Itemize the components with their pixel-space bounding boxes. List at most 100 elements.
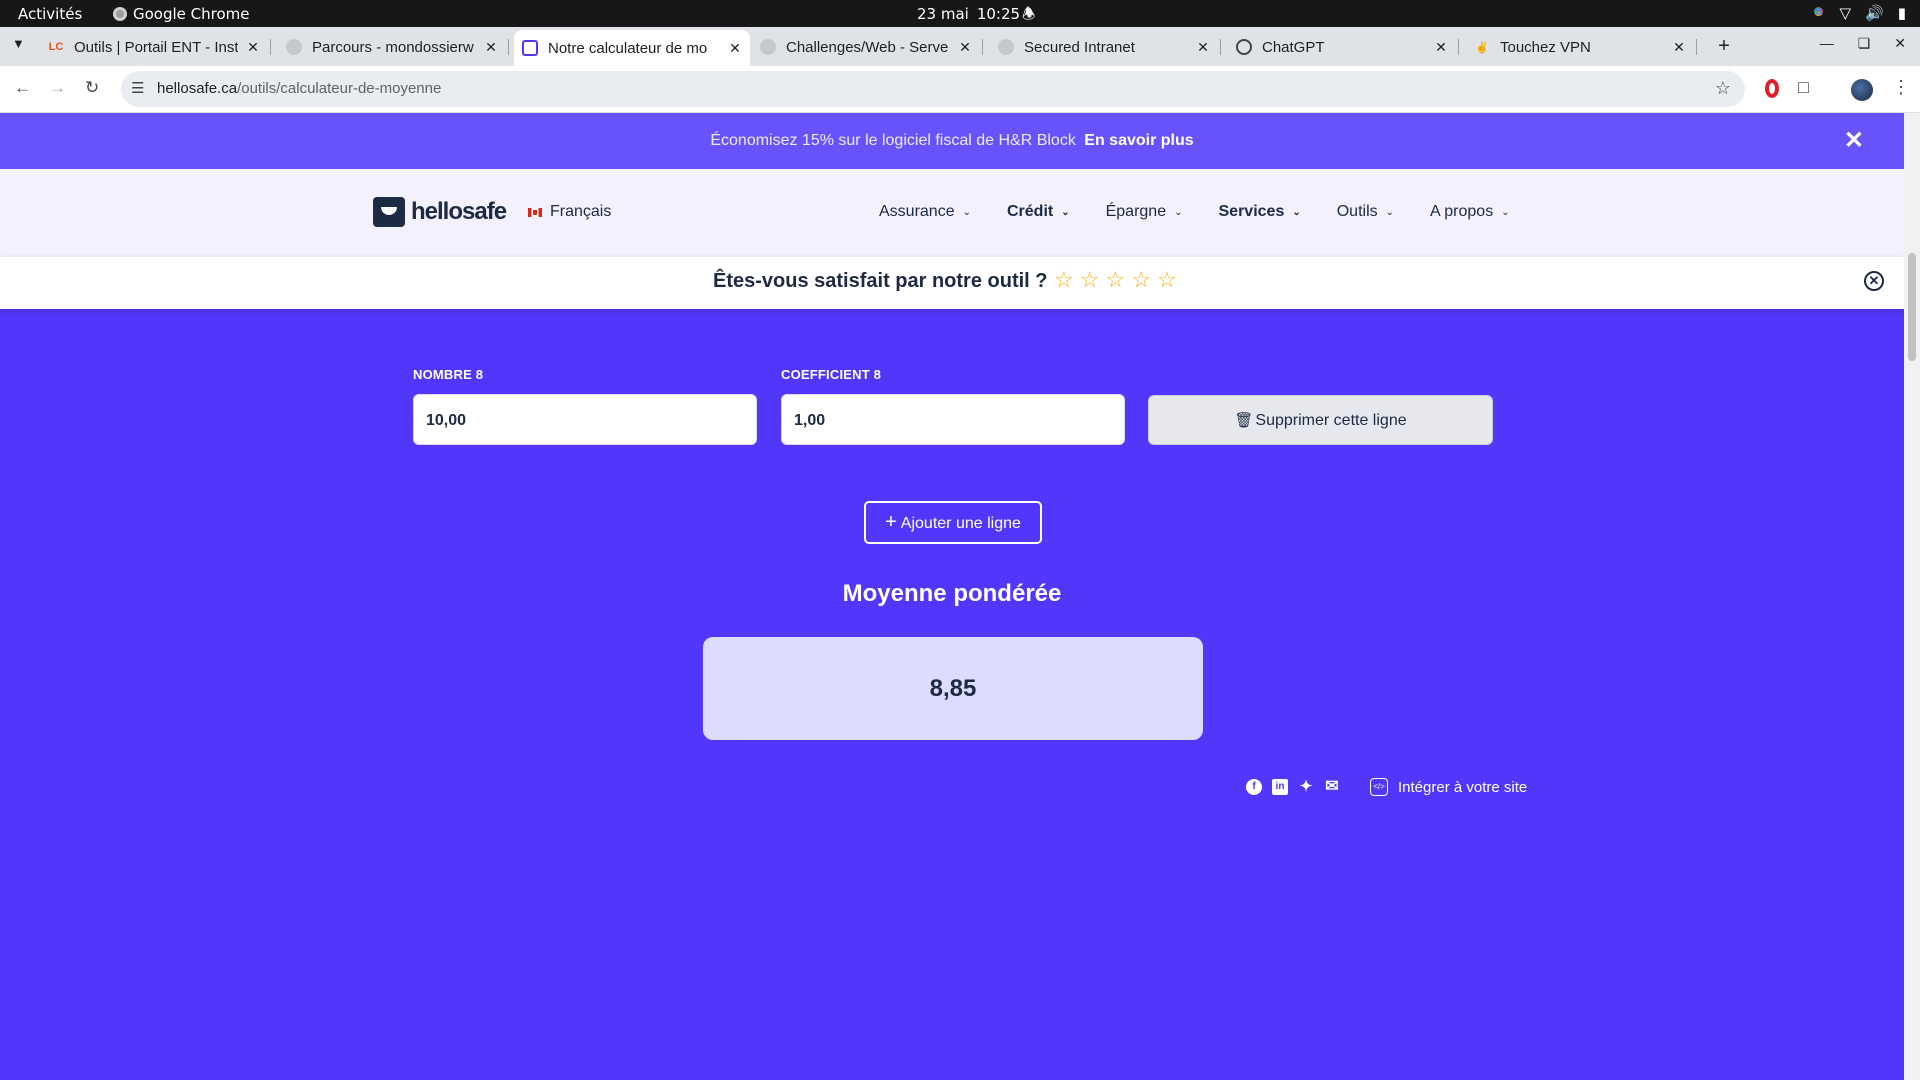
- tab[interactable]: ChatGPT ✕: [1228, 33, 1459, 61]
- site-info-icon[interactable]: ☰: [131, 79, 144, 97]
- chatgpt-icon: [1236, 39, 1252, 55]
- feedback-bar: Êtes-vous satisfait par notre outil ? ☆ ☆…: [0, 257, 1904, 309]
- star-icon[interactable]: ☆: [1131, 267, 1151, 293]
- star-icon[interactable]: ☆: [1080, 267, 1100, 293]
- wifi-icon: ▽: [1839, 4, 1852, 22]
- tab-title: Challenges/Web - Serve: [786, 38, 949, 56]
- chevron-down-icon: ⌄: [1061, 206, 1070, 218]
- close-feedback-icon[interactable]: ✕: [1864, 271, 1884, 291]
- date: 23 mai: [917, 5, 969, 23]
- twitter-icon[interactable]: ✦: [1298, 779, 1314, 795]
- tab[interactable]: Challenges/Web - Serve ✕: [752, 33, 983, 61]
- hellosafe-logo[interactable]: hellosafe: [373, 197, 507, 227]
- profile-avatar[interactable]: [1851, 79, 1873, 101]
- menu-item-credit[interactable]: Crédit ⌄: [1007, 203, 1070, 221]
- delete-row-button[interactable]: 🗑 Supprimer cette ligne: [1148, 395, 1493, 445]
- close-tab-icon[interactable]: ✕: [728, 40, 742, 57]
- menu-label: Assurance: [879, 203, 955, 220]
- back-icon[interactable]: ←: [14, 78, 31, 98]
- tab-search-icon[interactable]: ▼: [12, 36, 25, 51]
- email-icon[interactable]: ✉: [1324, 779, 1340, 795]
- tab-strip: ▼ LC Outils | Portail ENT - Inst ✕ Parco…: [0, 27, 1920, 66]
- menu-label: Épargne: [1105, 203, 1167, 220]
- star-icon[interactable]: ☆: [1157, 267, 1177, 293]
- chrome-menu-icon[interactable]: ⋮: [1892, 77, 1910, 98]
- star-icon[interactable]: ☆: [1054, 267, 1074, 293]
- language-label: Français: [550, 203, 612, 220]
- chevron-down-icon: ⌄: [1385, 206, 1395, 218]
- language-selector[interactable]: Français: [528, 203, 611, 221]
- clock[interactable]: 23 mai 10:25: [917, 5, 1020, 23]
- notification-bell-icon[interactable]: 🕭: [1022, 4, 1035, 29]
- tab-title: ChatGPT: [1262, 38, 1325, 56]
- reload-icon[interactable]: ↻: [85, 78, 99, 98]
- chevron-down-icon: ⌄: [1501, 206, 1510, 218]
- promo-link[interactable]: En savoir plus: [1084, 132, 1193, 149]
- add-row-button[interactable]: + Ajouter une ligne: [864, 501, 1042, 544]
- app-menu[interactable]: Google Chrome: [113, 5, 250, 23]
- url-text[interactable]: hellosafe.ca/outils/calculateur-de-moyen…: [157, 80, 441, 97]
- close-tab-icon[interactable]: ✕: [1434, 39, 1448, 56]
- web-page: Économisez 15% sur le logiciel fiscal de…: [0, 113, 1904, 1080]
- extensions-icon[interactable]: □: [1798, 77, 1809, 98]
- menu-item-services[interactable]: Services ⌄: [1219, 203, 1301, 221]
- vpn-icon: ✌: [1475, 41, 1489, 54]
- weighted-average-result: 8,85: [703, 637, 1203, 740]
- page-scrollbar[interactable]: [1904, 113, 1920, 1080]
- number-input[interactable]: 10,00: [413, 394, 757, 445]
- system-tray[interactable]: ▽ 🔊 ▮: [1810, 4, 1906, 22]
- linkedin-icon[interactable]: in: [1272, 779, 1288, 795]
- facebook-icon[interactable]: f: [1246, 779, 1262, 795]
- opera-extension-icon[interactable]: [1765, 79, 1779, 98]
- menu-item-outils[interactable]: Outils ⌄: [1337, 203, 1394, 221]
- bookmark-star-icon[interactable]: ☆: [1715, 78, 1731, 99]
- calculator-icon: [522, 40, 538, 56]
- menu-item-a-propos[interactable]: A propos ⌄: [1430, 203, 1510, 221]
- forward-icon[interactable]: →: [49, 78, 66, 98]
- address-bar[interactable]: ☰ hellosafe.ca/outils/calculateur-de-moy…: [121, 71, 1745, 107]
- number-label: NOMBRE 8: [413, 367, 484, 382]
- coefficient-input[interactable]: 1,00: [781, 394, 1125, 445]
- tab-title: Notre calculateur de mo: [548, 39, 708, 57]
- tab-active[interactable]: Notre calculateur de mo ✕: [514, 30, 750, 66]
- promo-text: Économisez 15% sur le logiciel fiscal de…: [710, 132, 1076, 149]
- volume-icon: 🔊: [1865, 4, 1884, 22]
- close-tab-icon[interactable]: ✕: [1196, 39, 1210, 56]
- minimize-icon[interactable]: —: [1820, 35, 1834, 52]
- main-menu: Assurance ⌄ Crédit ⌄ Épargne ⌄ Services ⌄ Ou…: [879, 203, 1546, 221]
- os-top-bar: Activités Google Chrome 23 mai 10:25 🕭 ▽…: [0, 0, 1920, 27]
- embed-label: Intégrer à votre site: [1398, 778, 1528, 796]
- embed-link[interactable]: </> Intégrer à votre site: [1370, 778, 1527, 796]
- menu-label: Crédit: [1006, 203, 1054, 220]
- tab-title: Secured Intranet: [1024, 38, 1135, 56]
- tab[interactable]: ✌ Touchez VPN ✕: [1466, 33, 1697, 61]
- promo-banner: Économisez 15% sur le logiciel fiscal de…: [0, 113, 1904, 169]
- menu-item-epargne[interactable]: Épargne ⌄: [1106, 203, 1183, 221]
- close-tab-icon[interactable]: ✕: [1672, 39, 1686, 56]
- share-icons: f in ✦ ✉: [1246, 779, 1340, 795]
- close-tab-icon[interactable]: ✕: [484, 39, 498, 56]
- globe-icon: [760, 39, 776, 55]
- delete-row-label: Supprimer cette ligne: [1255, 412, 1407, 429]
- menu-item-assurance[interactable]: Assurance ⌄: [879, 203, 971, 221]
- coefficient-label: COEFFICIENT 8: [781, 367, 882, 382]
- chevron-down-icon: ⌄: [1174, 206, 1183, 218]
- close-promo-icon[interactable]: ✕: [1844, 113, 1864, 169]
- scrollbar-thumb[interactable]: [1908, 253, 1916, 361]
- close-window-icon[interactable]: ✕: [1894, 35, 1906, 52]
- tab[interactable]: Parcours - mondossierw ✕: [278, 33, 509, 61]
- globe-icon: [286, 39, 302, 55]
- tab[interactable]: Secured Intranet ✕: [990, 33, 1221, 61]
- new-tab-button[interactable]: +: [1712, 35, 1736, 59]
- star-rating[interactable]: ☆ ☆ ☆ ☆ ☆: [1054, 267, 1177, 293]
- close-tab-icon[interactable]: ✕: [246, 39, 260, 56]
- tab-title: Touchez VPN: [1500, 38, 1591, 56]
- close-tab-icon[interactable]: ✕: [958, 39, 972, 56]
- activities-button[interactable]: Activités: [18, 5, 82, 23]
- tab[interactable]: LC Outils | Portail ENT - Inst ✕: [40, 33, 271, 61]
- url-host: hellosafe.ca: [157, 80, 238, 97]
- url-path: /outils/calculateur-de-moyenne: [237, 80, 442, 97]
- star-icon[interactable]: ☆: [1105, 267, 1125, 293]
- chevron-down-icon: ⌄: [1292, 206, 1301, 218]
- maximize-icon[interactable]: ❏: [1858, 35, 1871, 52]
